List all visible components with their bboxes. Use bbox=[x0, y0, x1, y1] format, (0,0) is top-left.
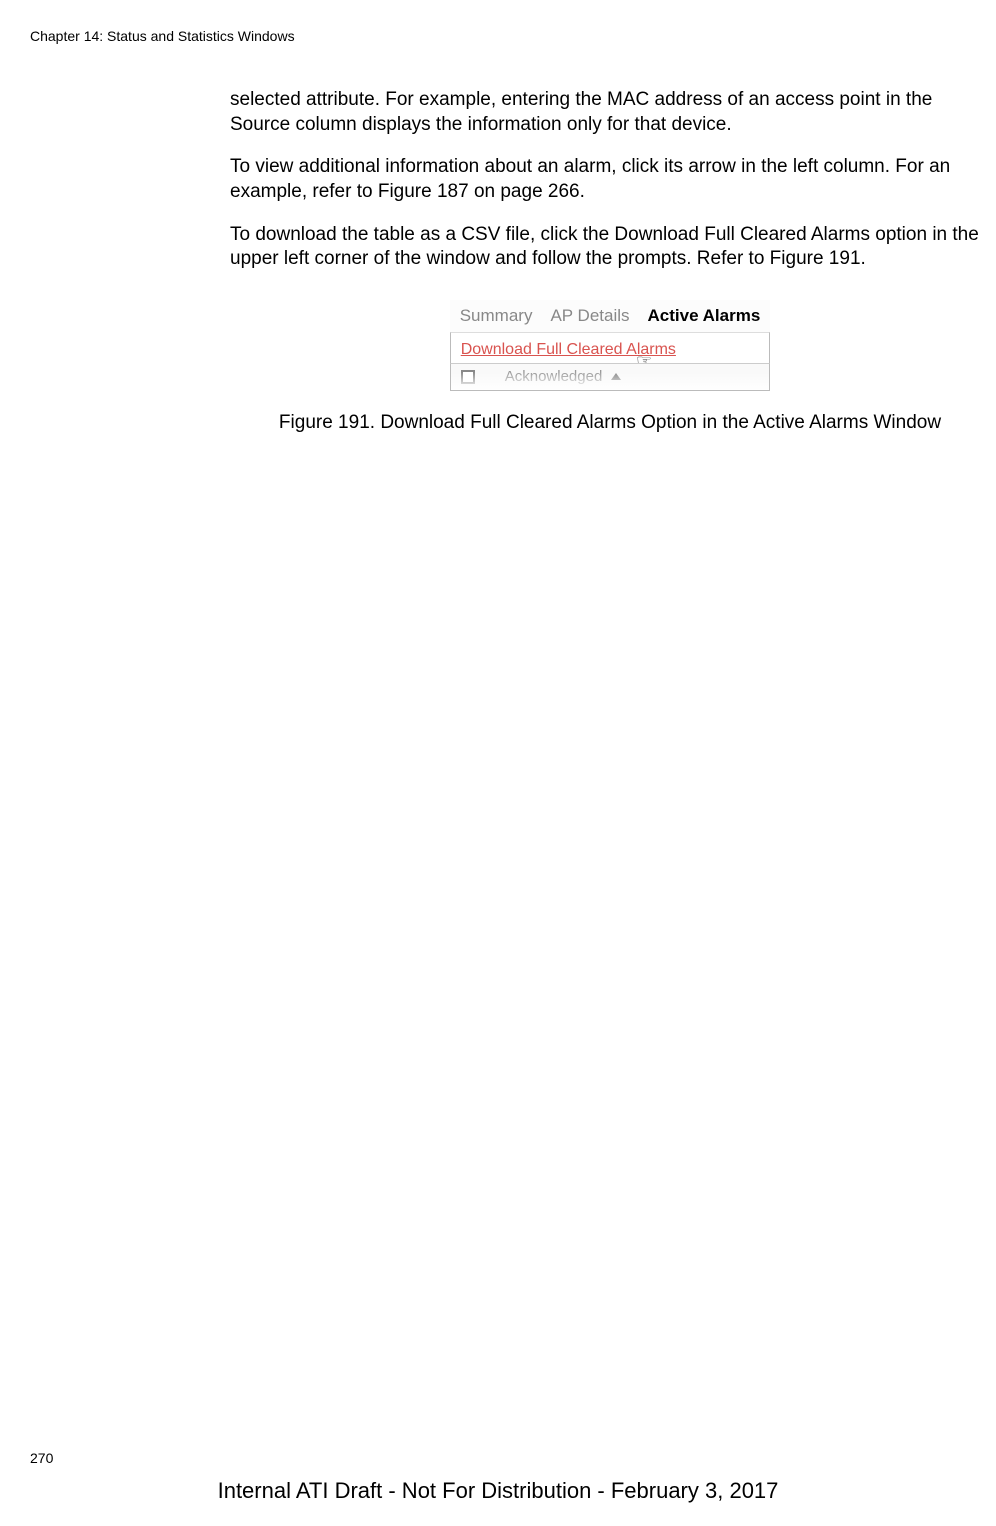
body-content: selected attribute. For example, enterin… bbox=[230, 88, 990, 436]
chapter-header: Chapter 14: Status and Statistics Window… bbox=[30, 28, 295, 44]
tab-active-alarms[interactable]: Active Alarms bbox=[648, 306, 761, 332]
figure-area: Summary AP Details Active Alarms Downloa… bbox=[230, 290, 990, 436]
page-number: 270 bbox=[30, 1450, 53, 1466]
table-header-row: Acknowledged bbox=[450, 363, 771, 391]
tab-summary[interactable]: Summary bbox=[460, 306, 533, 332]
paragraph-2: To view additional information about an … bbox=[230, 155, 990, 204]
fade-overlay bbox=[451, 372, 770, 390]
figure-screenshot: Summary AP Details Active Alarms Downloa… bbox=[450, 300, 771, 391]
tabs-row: Summary AP Details Active Alarms bbox=[450, 300, 771, 332]
download-row: Download Full Cleared Alarms ☜ bbox=[450, 332, 771, 363]
figure-caption: Figure 191. Download Full Cleared Alarms… bbox=[230, 411, 990, 436]
paragraph-3: To download the table as a CSV file, cli… bbox=[230, 223, 990, 272]
footer-draft-notice: Internal ATI Draft - Not For Distributio… bbox=[0, 1478, 996, 1504]
tab-ap-details[interactable]: AP Details bbox=[550, 306, 629, 332]
paragraph-1: selected attribute. For example, enterin… bbox=[230, 88, 990, 137]
